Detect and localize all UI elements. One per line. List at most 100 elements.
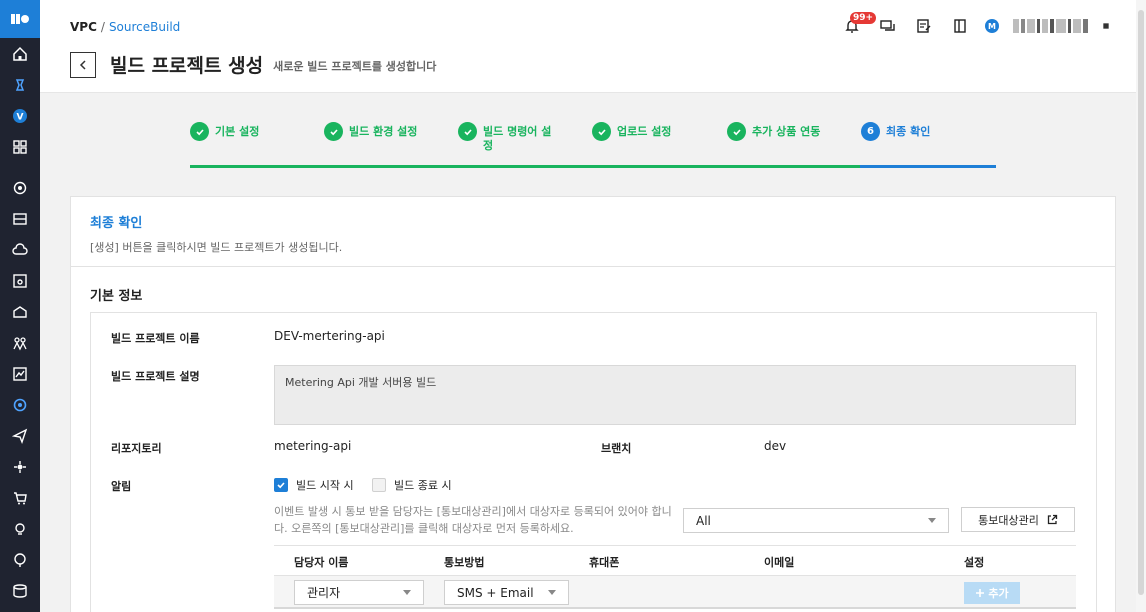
send-icon[interactable]: [0, 420, 40, 451]
col-method: 통보방법: [444, 556, 485, 569]
col-phone: 휴대폰: [589, 556, 620, 569]
step-label: 최종 확인: [886, 125, 931, 138]
target-manage-label: 통보대상관리: [978, 513, 1039, 527]
notification-button[interactable]: 99+: [841, 12, 877, 37]
col-email: 이메일: [764, 556, 795, 569]
notify-method-value: SMS + Email: [457, 585, 534, 600]
target-filter-select[interactable]: All: [683, 508, 949, 533]
notify-target-table: 담당자 이름 통보방법 휴대폰 이메일 설정 관리자 SMS + Email 추…: [274, 545, 1076, 609]
memo-button[interactable]: [913, 15, 935, 37]
col-name: 담당자 이름: [294, 556, 349, 569]
step-number: 6: [861, 122, 880, 141]
final-review-card: 최종 확인 [생성] 버튼을 클릭하시면 빌드 프로젝트가 생성됩니다. 기본 …: [70, 196, 1116, 612]
page-subtitle: 새로운 빌드 프로젝트를 생성합니다: [273, 60, 437, 73]
logo-icon[interactable]: [0, 0, 40, 38]
breadcrumb-separator: /: [100, 20, 105, 34]
step-build-env[interactable]: 빌드 환경 설정: [324, 122, 417, 141]
storage-icon[interactable]: [0, 203, 40, 234]
book-icon: [954, 19, 966, 33]
progress-line-active: [860, 165, 996, 168]
notify-method-select[interactable]: SMS + Email: [444, 580, 569, 605]
step-label: 빌드 환경 설정: [349, 125, 418, 138]
notify-label: 알림: [111, 480, 132, 493]
pin-icon[interactable]: [0, 69, 40, 100]
sourcebuild-icon[interactable]: [0, 389, 40, 420]
checkbox-unchecked-icon: [372, 478, 386, 492]
card-title: 최종 확인: [90, 216, 143, 231]
bulb-icon[interactable]: [0, 513, 40, 544]
branch-label: 브랜치: [601, 442, 632, 455]
flow-icon[interactable]: [0, 451, 40, 482]
assignee-select[interactable]: 관리자: [294, 580, 424, 605]
breadcrumb-current[interactable]: SourceBuild: [109, 20, 180, 34]
svg-text:V: V: [17, 112, 24, 122]
database-icon[interactable]: [0, 296, 40, 327]
avatar[interactable]: M: [985, 19, 999, 33]
disk-icon[interactable]: [0, 575, 40, 606]
chevron-down-icon: [403, 590, 411, 595]
step-addon-products[interactable]: 추가 상품 연동: [727, 122, 820, 141]
check-icon: [190, 122, 209, 141]
check-icon: [592, 122, 611, 141]
target-filter-value: All: [696, 513, 711, 528]
checkbox-checked-icon: [274, 478, 288, 492]
chevron-left-icon: [79, 59, 86, 70]
left-nav-rail: V: [0, 0, 40, 612]
edit-note-icon: [917, 19, 931, 33]
page-header: VPC / SourceBuild 빌드 프로젝트 생성 새로운 빌드 프로젝트…: [40, 0, 1146, 93]
notify-start-label: 빌드 시작 시: [296, 479, 354, 492]
step-label: 빌드 명령어 설정: [483, 125, 552, 152]
breadcrumb-root[interactable]: VPC: [70, 20, 97, 34]
network-icon[interactable]: [0, 172, 40, 203]
notify-help-text: 이벤트 발생 시 통보 받을 담당자는 [통보대상관리]에서 대상자로 등록되어…: [274, 505, 672, 535]
assignee-value: 관리자: [307, 586, 341, 600]
step-build-command[interactable]: 빌드 명령어 설정: [458, 122, 558, 153]
server-icon[interactable]: [0, 265, 40, 296]
target-manage-button[interactable]: 통보대상관리: [961, 507, 1075, 532]
table-row: 관리자 SMS + Email 추가: [274, 575, 1076, 609]
table-header: 담당자 이름 통보방법 휴대폰 이메일 설정: [274, 545, 1076, 575]
step-label: 추가 상품 연동: [752, 125, 821, 138]
guide-button[interactable]: [949, 15, 971, 37]
chevron-down-icon: [548, 590, 556, 595]
chat-button[interactable]: [877, 15, 899, 37]
globe-icon[interactable]: [0, 544, 40, 575]
external-link-icon: [1047, 514, 1058, 525]
home-icon[interactable]: [0, 38, 40, 69]
add-target-button[interactable]: 추가: [964, 582, 1020, 604]
user-name-masked[interactable]: [1013, 19, 1088, 33]
user-menu-chevron[interactable]: [1102, 15, 1110, 37]
scrollbar-thumb[interactable]: [1138, 10, 1144, 595]
cloud-icon[interactable]: [0, 234, 40, 265]
group-icon[interactable]: [0, 327, 40, 358]
add-target-label: 추가: [988, 587, 1009, 600]
notify-end-checkbox[interactable]: 빌드 종료 시: [372, 477, 452, 493]
repo-label: 리포지토리: [111, 442, 162, 455]
back-button[interactable]: [70, 51, 96, 78]
col-settings: 설정: [964, 556, 985, 569]
cart-icon[interactable]: [0, 482, 40, 513]
check-icon: [324, 122, 343, 141]
repo-value: metering-api: [274, 439, 352, 453]
step-basic-settings[interactable]: 기본 설정: [190, 122, 259, 141]
page-title: 빌드 프로젝트 생성: [110, 55, 264, 77]
project-name-label: 빌드 프로젝트 이름: [111, 332, 200, 345]
project-desc-value: Metering Api 개발 서버용 빌드: [274, 365, 1076, 425]
step-final-review[interactable]: 6 최종 확인: [861, 122, 930, 141]
chat-icon: [880, 20, 895, 31]
notify-end-label: 빌드 종료 시: [394, 479, 452, 492]
vpc-icon[interactable]: V: [0, 100, 40, 131]
vertical-scrollbar[interactable]: [1136, 0, 1146, 612]
report-icon[interactable]: [0, 358, 40, 389]
project-desc-label: 빌드 프로젝트 설명: [111, 370, 200, 383]
chevron-down-icon: [1103, 23, 1109, 29]
branch-value: dev: [764, 439, 787, 453]
step-label: 기본 설정: [215, 125, 260, 138]
progress-line-done: [190, 165, 860, 168]
notify-start-checkbox[interactable]: 빌드 시작 시: [274, 477, 354, 493]
step-upload[interactable]: 업로드 설정: [592, 122, 671, 141]
wizard-stepper: 기본 설정 빌드 환경 설정 빌드 명령어 설정 업로드 설정 추가 상품 연동…: [190, 122, 996, 168]
chevron-down-icon: [928, 518, 936, 523]
apps-icon[interactable]: [0, 131, 40, 162]
breadcrumb: VPC / SourceBuild: [70, 20, 180, 34]
